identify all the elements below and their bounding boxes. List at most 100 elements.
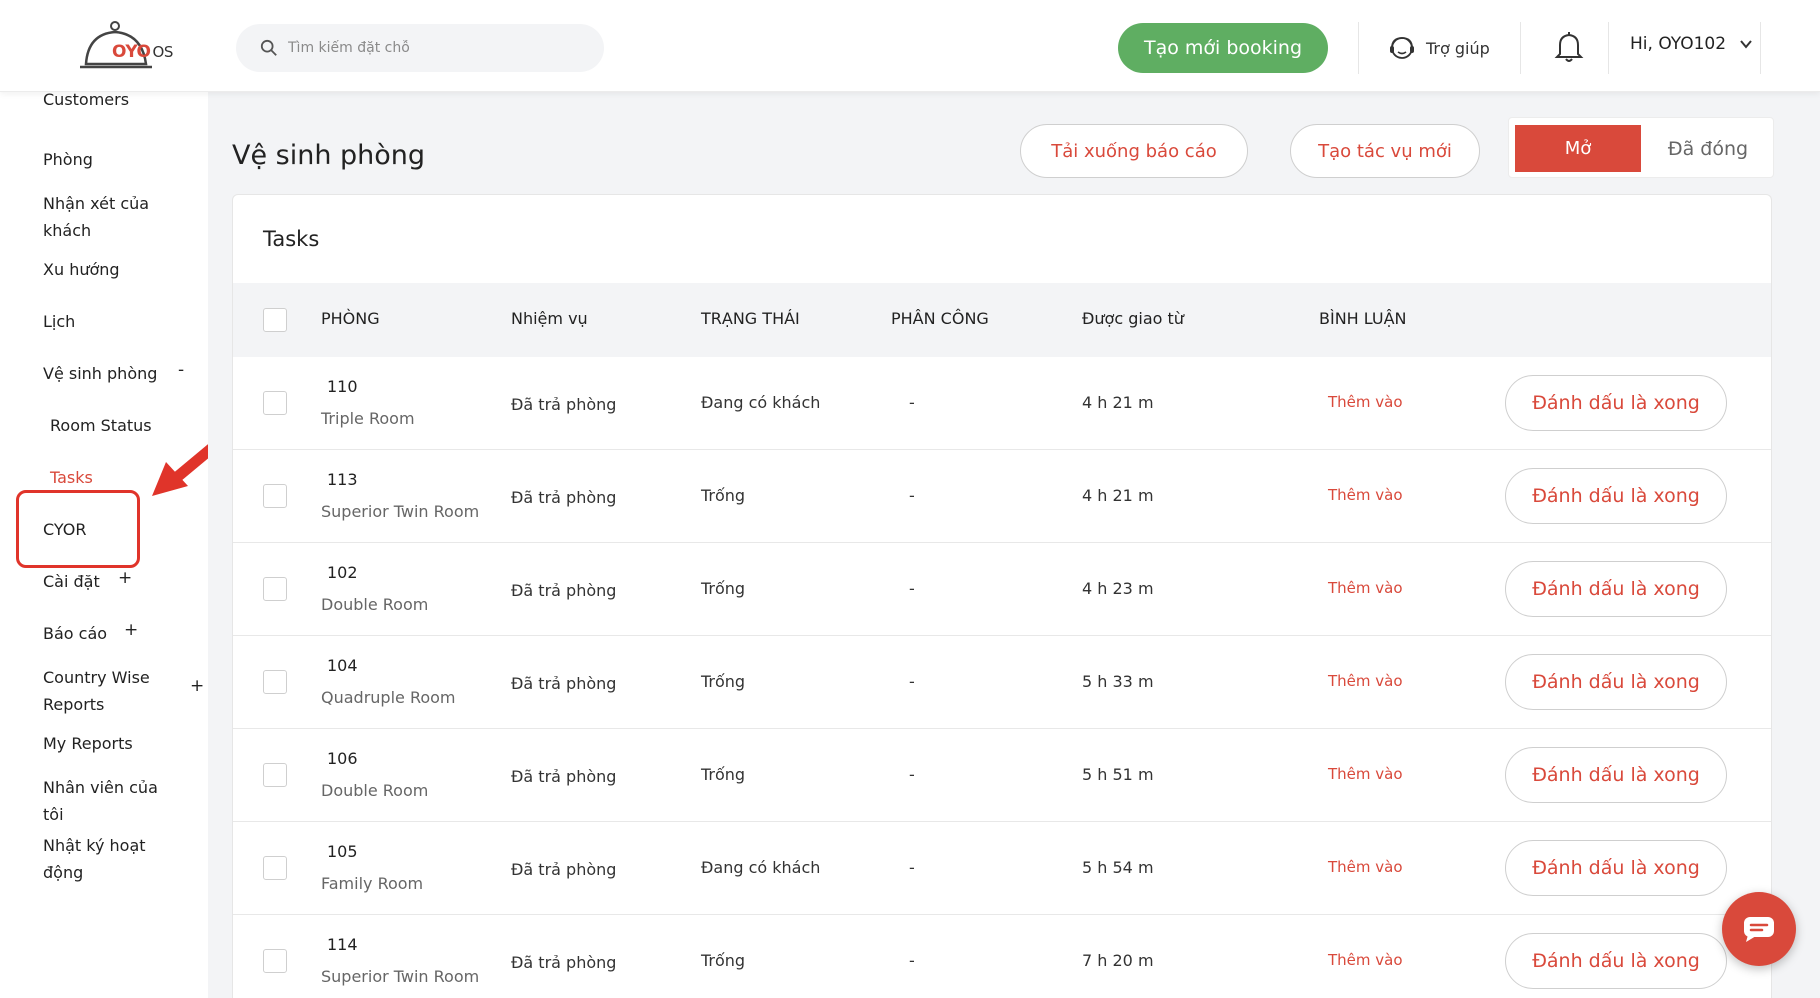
sidebar-item-tasks[interactable]: Tasks	[50, 464, 93, 491]
room-number: 102	[327, 563, 358, 582]
add-comment-link[interactable]: Thêm vào	[1328, 858, 1403, 876]
row-checkbox[interactable]	[263, 856, 287, 880]
search-box[interactable]	[236, 24, 604, 72]
sidebar-item-calendar[interactable]: Lịch	[43, 308, 75, 335]
mark-done-button[interactable]: Đánh dấu là xong	[1505, 468, 1727, 524]
new-booking-button[interactable]: Tạo mới booking	[1118, 23, 1328, 73]
user-menu[interactable]: Hi, OYO102	[1630, 34, 1754, 54]
room-type: Double Room	[321, 781, 429, 800]
column-header-room: PHÒNG	[321, 309, 380, 328]
sidebar-item-country-wise-reports[interactable]: Country Wise Reports	[43, 664, 150, 718]
notification-bell-icon[interactable]	[1554, 30, 1584, 64]
sidebar-item-label: Country Wise	[43, 668, 150, 687]
sidebar-item-guest-reviews[interactable]: Nhận xét của khách	[43, 190, 149, 244]
sidebar-item-rooms[interactable]: Phòng	[43, 146, 93, 173]
room-type: Superior Twin Room	[321, 967, 480, 986]
row-checkbox[interactable]	[263, 763, 287, 787]
search-input[interactable]	[288, 40, 588, 56]
column-header-assignee: PHÂN CÔNG	[891, 309, 989, 328]
table-row: 104 Quadruple Room Đã trả phòng Trống - …	[233, 636, 1771, 729]
row-checkbox[interactable]	[263, 391, 287, 415]
room-status: Trống	[701, 486, 746, 505]
assignee: -	[909, 858, 915, 877]
assignee: -	[909, 579, 915, 598]
collapse-toggle[interactable]: -	[178, 360, 184, 380]
add-comment-link[interactable]: Thêm vào	[1328, 951, 1403, 969]
header-divider	[1520, 22, 1521, 74]
mark-done-button[interactable]: Đánh dấu là xong	[1505, 933, 1727, 989]
expand-toggle[interactable]: +	[190, 676, 204, 696]
room-type: Superior Twin Room	[321, 502, 480, 521]
assigned-since: 5 h 54 m	[1082, 858, 1154, 877]
task-name: Đã trả phòng	[511, 581, 617, 600]
mark-done-button[interactable]: Đánh dấu là xong	[1505, 375, 1727, 431]
user-greeting: Hi, OYO102	[1630, 34, 1727, 54]
table-header: PHÒNG Nhiệm vụ TRẠNG THÁI PHÂN CÔNG Được…	[233, 283, 1771, 357]
room-number: 105	[327, 842, 358, 861]
download-report-button[interactable]: Tải xuống báo cáo	[1020, 124, 1248, 178]
expand-toggle[interactable]: +	[118, 568, 132, 588]
assigned-since: 4 h 21 m	[1082, 393, 1154, 412]
search-icon	[260, 39, 277, 56]
column-header-comments: BÌNH LUẬN	[1319, 309, 1407, 328]
sidebar-item-trends[interactable]: Xu hướng	[43, 256, 120, 283]
task-name: Đã trả phòng	[511, 395, 617, 414]
page-title: Vệ sinh phòng	[232, 140, 426, 171]
header-divider	[1760, 22, 1761, 74]
sidebar-item-label: Nhận xét của	[43, 194, 150, 213]
room-number: 104	[327, 656, 358, 675]
sidebar-item-housekeeping[interactable]: Vệ sinh phòng	[43, 360, 157, 387]
mark-done-button[interactable]: Đánh dấu là xong	[1505, 654, 1727, 710]
sidebar-item-settings[interactable]: Cài đặt	[43, 568, 100, 595]
room-type: Triple Room	[321, 409, 415, 428]
assigned-since: 5 h 51 m	[1082, 765, 1154, 784]
logo-suffix: OS	[152, 43, 174, 61]
mark-done-button[interactable]: Đánh dấu là xong	[1505, 747, 1727, 803]
header-divider	[1608, 22, 1609, 74]
add-comment-link[interactable]: Thêm vào	[1328, 765, 1403, 783]
assignee: -	[909, 393, 915, 412]
expand-toggle[interactable]: +	[124, 620, 138, 640]
logo-wordmark: OYO OS	[112, 42, 173, 62]
tab-open[interactable]: Mở	[1515, 125, 1641, 172]
sidebar-item-reports[interactable]: Báo cáo	[43, 620, 107, 647]
table-row: 113 Superior Twin Room Đã trả phòng Trốn…	[233, 450, 1771, 543]
column-header-assigned-since: Được giao từ	[1082, 309, 1184, 328]
add-comment-link[interactable]: Thêm vào	[1328, 393, 1403, 411]
new-task-button[interactable]: Tạo tác vụ mới	[1290, 124, 1480, 178]
room-type: Family Room	[321, 874, 424, 893]
row-checkbox[interactable]	[263, 484, 287, 508]
table-row: 102 Double Room Đã trả phòng Trống - 4 h…	[233, 543, 1771, 636]
table-row: 114 Superior Twin Room Đã trả phòng Trốn…	[233, 915, 1771, 998]
chat-button[interactable]	[1722, 892, 1796, 966]
column-header-status: TRẠNG THÁI	[701, 309, 800, 328]
sidebar-item-my-staff[interactable]: Nhân viên của tôi	[43, 774, 158, 828]
add-comment-link[interactable]: Thêm vào	[1328, 672, 1403, 690]
sidebar-item-activity-log[interactable]: Nhật ký hoạt động	[43, 832, 146, 886]
sidebar-item-room-status[interactable]: Room Status	[50, 412, 152, 439]
room-number: 106	[327, 749, 358, 768]
row-checkbox[interactable]	[263, 949, 287, 973]
logo-brand: OYO	[112, 42, 151, 62]
sidebar-item-customers[interactable]: Customers	[43, 92, 129, 113]
sidebar-item-my-reports[interactable]: My Reports	[43, 730, 133, 757]
help-label: Trợ giúp	[1426, 38, 1490, 58]
room-status: Đang có khách	[701, 858, 821, 877]
room-status: Trống	[701, 951, 746, 970]
row-checkbox[interactable]	[263, 577, 287, 601]
add-comment-link[interactable]: Thêm vào	[1328, 486, 1403, 504]
mark-done-button[interactable]: Đánh dấu là xong	[1505, 561, 1727, 617]
select-all-checkbox[interactable]	[263, 308, 287, 332]
row-checkbox[interactable]	[263, 670, 287, 694]
top-bar: OYOOS Tạo mới booking Trợ giúp Hi, OYO10…	[0, 0, 1820, 92]
sidebar-item-label-line2: khách	[43, 221, 92, 240]
assignee: -	[909, 951, 915, 970]
mark-done-button[interactable]: Đánh dấu là xong	[1505, 840, 1727, 896]
sidebar-item-label-line2: Reports	[43, 695, 105, 714]
help-link[interactable]: Trợ giúp	[1388, 30, 1490, 66]
sidebar-item-cyor[interactable]: CYOR	[43, 516, 87, 543]
add-comment-link[interactable]: Thêm vào	[1328, 579, 1403, 597]
tab-closed[interactable]: Đã đóng	[1649, 125, 1767, 172]
task-name: Đã trả phòng	[511, 767, 617, 786]
assignee: -	[909, 486, 915, 505]
